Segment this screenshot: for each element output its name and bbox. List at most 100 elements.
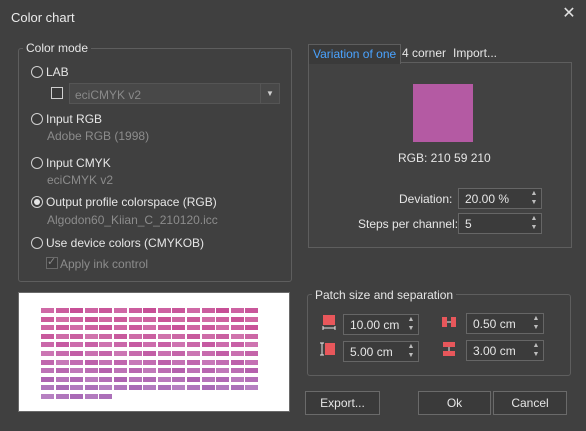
preview-patch [216,368,230,374]
preview-patch [114,308,127,313]
preview-patch [201,342,215,348]
decrement-icon[interactable]: ▼ [527,199,541,207]
preview-patch [157,351,171,356]
lab-profile-dropdown[interactable]: eciCMYK v2 ▼ [69,83,280,104]
preview-patch [84,394,98,399]
preview-patch [41,359,54,365]
preview-patch [157,385,171,391]
preview-patch [172,333,186,339]
preview-patch [70,325,84,331]
decrement-icon[interactable]: ▼ [527,224,541,232]
increment-icon[interactable]: ▲ [529,315,543,323]
decrement-icon[interactable]: ▼ [529,351,543,359]
radio-input-cmyk-label[interactable]: Input CMYK [46,156,111,170]
preview-patch [230,316,244,322]
preview-patch [41,316,54,322]
increment-icon[interactable]: ▲ [404,316,418,324]
tab-4-corner[interactable]: 4 corner [402,44,446,63]
horizontal-separation-value: 0.50 cm [473,317,516,331]
radio-lab[interactable] [31,66,43,78]
preview-patch [216,376,230,382]
vertical-separation-value: 3.00 cm [473,344,516,358]
preview-patch [70,394,84,399]
preview-patch [216,359,230,365]
radio-device-colors-label[interactable]: Use device colors (CMYKOB) [46,236,204,250]
preview-patch [157,342,171,348]
preview-patch [128,316,142,322]
preview-patch [230,333,244,339]
horizontal-separation-input[interactable]: 0.50 cm ▲ ▼ [466,313,544,334]
preview-patch [143,325,157,331]
increment-icon[interactable]: ▲ [527,190,541,198]
preview-patch [99,325,113,331]
preview-patch [245,342,259,348]
patch-height-input[interactable]: 5.00 cm ▲ ▼ [343,341,419,362]
radio-device-colors[interactable] [31,237,43,249]
patch-group [307,294,571,376]
preview-patch [128,325,142,331]
lab-profile-checkbox[interactable] [51,87,63,99]
preview-patch [157,325,171,331]
radio-lab-label[interactable]: LAB [46,65,69,79]
preview-patch [187,385,200,391]
preview-patch [157,333,171,339]
increment-icon[interactable]: ▲ [404,343,418,351]
decrement-icon[interactable]: ▼ [529,324,543,332]
preview-patch [187,342,200,348]
patch-width-input[interactable]: 10.00 cm ▲ ▼ [343,314,419,335]
preview-patch [230,368,244,374]
preview-patch [201,359,215,365]
preview-patch [201,368,215,374]
preview-patch [187,325,200,331]
deviation-input[interactable]: 20.00 % ▲ ▼ [458,188,542,209]
preview-patch [99,385,113,391]
preview-patch [216,385,230,391]
preview-patch [143,359,157,365]
close-icon[interactable]: ✕ [559,4,579,24]
preview-patch [99,308,113,313]
cancel-button[interactable]: Cancel [493,391,567,415]
preview-patch [70,368,84,374]
decrement-icon[interactable]: ▼ [404,325,418,333]
increment-icon[interactable]: ▲ [529,342,543,350]
preview-patch [70,359,84,365]
preview-patch [99,333,113,339]
tab-import[interactable]: Import... [453,44,497,63]
preview-patch [216,325,230,331]
preview-patch [143,316,157,322]
preview-patch [84,316,98,322]
preview-patch [41,351,54,356]
preview-patch [187,368,200,374]
radio-input-cmyk[interactable] [31,157,43,169]
preview-patch [55,376,69,382]
preview-patch [55,385,69,391]
preview-patch [216,351,230,356]
deviation-value: 20.00 % [465,192,510,206]
preview-patch [99,376,113,382]
preview-patch [114,385,127,391]
preview-patch [245,376,259,382]
preview-patch [70,316,84,322]
radio-output-profile-label[interactable]: Output profile colorspace (RGB) [46,195,217,209]
chevron-down-icon[interactable]: ▼ [260,84,279,103]
vertical-separation-icon [443,342,455,356]
preview-patch [99,342,113,348]
ok-button[interactable]: Ok [418,391,491,415]
decrement-icon[interactable]: ▼ [404,352,418,360]
vertical-separation-input[interactable]: 3.00 cm ▲ ▼ [466,340,544,361]
radio-input-rgb-label[interactable]: Input RGB [46,112,102,126]
tab-variation-of-one[interactable]: Variation of one [308,44,402,64]
increment-icon[interactable]: ▲ [527,215,541,223]
steps-input[interactable]: 5 ▲ ▼ [458,213,542,234]
radio-input-rgb[interactable] [31,113,43,125]
preview-patch [143,385,157,391]
radio-output-profile[interactable] [31,196,43,208]
preview-patch [245,333,259,339]
preview-patch [157,368,171,374]
preview-patch [245,316,259,322]
patch-height-value: 5.00 cm [350,345,393,359]
apply-ink-checkbox[interactable] [46,255,58,269]
preview-patch [157,359,171,365]
export-button[interactable]: Export... [305,391,380,415]
preview-patch [41,325,54,331]
